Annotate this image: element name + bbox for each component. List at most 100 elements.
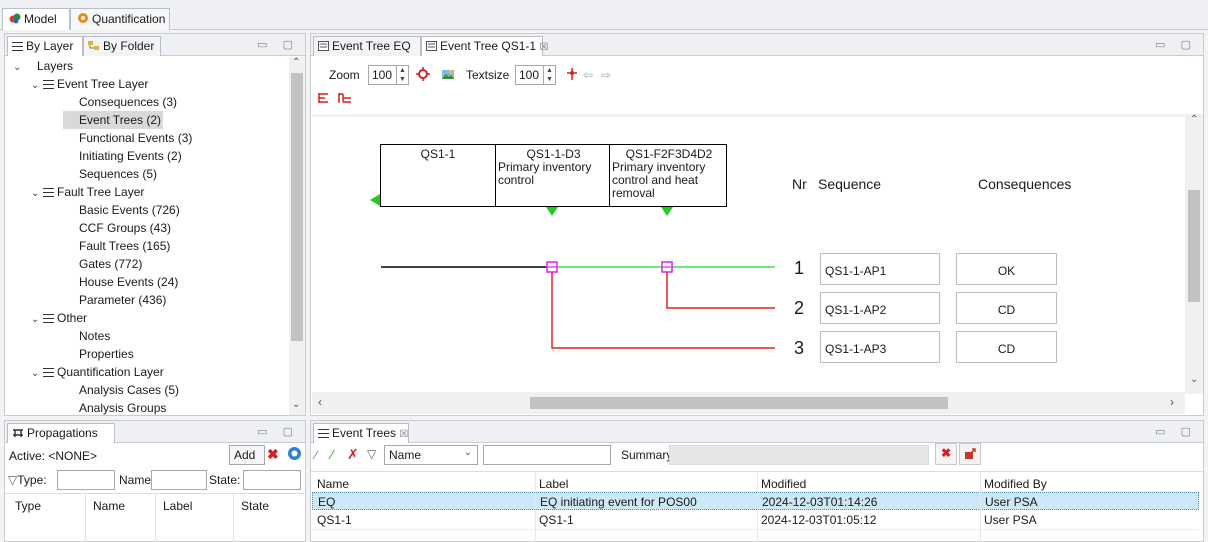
spinner-arrows-icon[interactable]: ▲ ▼ [396,66,408,84]
edit-icon[interactable]: ∕ [315,448,317,462]
tree-item-layers[interactable]: ⌄ Layers [13,57,73,75]
minimize-maximize-icon[interactable]: ▭ ▢ [1155,38,1197,51]
minimize-maximize-icon[interactable]: ▭ ▢ [257,38,299,51]
textsize-spinner[interactable]: 100 ▲ ▼ [515,65,556,85]
tree-item-analysis-cases[interactable]: Analysis Cases (5) [79,381,179,399]
align-tree-icon[interactable] [318,92,330,107]
consequence-box[interactable]: CD [956,331,1057,363]
align-tree-alt-icon[interactable] [338,92,352,107]
state-filter-input[interactable] [243,470,301,490]
functional-event-header-d3[interactable]: QS1-1-D3 Primary inventory control [495,144,610,207]
chevron-down-icon[interactable]: ⌄ [31,77,43,95]
summary-field [669,445,929,465]
tab-event-trees[interactable]: Event Trees ☒ [313,423,409,443]
tree-item-basic-events[interactable]: Basic Events (726) [79,201,180,219]
zoom-spinner[interactable]: 100 ▲ ▼ [368,65,409,85]
initiating-event-header[interactable]: QS1-1 [380,144,496,207]
tab-by-folder[interactable]: By Folder [83,36,161,56]
tab-event-tree-eq[interactable]: Event Tree EQ [313,36,421,56]
new-icon[interactable]: ∕ [331,447,333,462]
chevron-down-icon[interactable]: ⌄ [13,59,25,77]
scrollbar-thumb[interactable] [291,73,303,341]
vertical-scrollbar[interactable]: ⌃ ⌄ [1185,114,1203,394]
tree-item-event-tree-layer[interactable]: ⌄ Event Tree Layer [31,75,148,93]
filter-input[interactable] [483,445,611,465]
tab-event-tree-qs1-1[interactable]: Event Tree QS1-1 ☒ [421,36,548,56]
close-icon[interactable]: ☒ [539,42,548,53]
tab-by-layer[interactable]: By Layer [7,36,83,56]
column-header-name[interactable]: Name [317,477,349,491]
filter-field-select[interactable]: Name ⌄ [384,445,478,465]
tree-item-functional-events[interactable]: Functional Events (3) [79,129,192,147]
minimize-maximize-icon[interactable]: ▭ ▢ [257,425,299,438]
chevron-down-icon[interactable]: ⌄ [31,365,43,383]
perspective-tab-quantification[interactable]: Quantification [70,8,170,30]
fit-image-icon[interactable] [441,67,455,84]
column-header-type[interactable]: Type [15,499,41,513]
scroll-up-icon[interactable]: ⌃ [1190,114,1198,125]
pin-icon[interactable] [565,67,579,84]
tree-item-fault-trees[interactable]: Fault Trees (165) [79,237,170,255]
column-header-modified-by[interactable]: Modified By [984,477,1047,491]
column-header-label[interactable]: Label [539,477,568,491]
tab-propagations[interactable]: Propagations [7,423,115,443]
refresh-icon[interactable] [287,446,302,464]
tree-item-gates[interactable]: Gates (772) [79,255,142,273]
tree-item-house-events[interactable]: House Events (24) [79,273,178,291]
sequence-nr: 2 [794,298,805,318]
add-button[interactable]: Add [229,445,265,465]
table-row[interactable]: QS1-1 QS1-1 2024-12-03T01:05:12 User PSA [312,511,1199,529]
scroll-down-icon[interactable]: ⌄ [292,399,300,410]
chevron-down-icon[interactable]: ⌄ [31,185,43,203]
tree-item-event-trees[interactable]: Event Trees (2) [63,111,163,129]
horizontal-scrollbar[interactable]: ‹ › [312,392,1185,414]
tree-item-quantification-layer[interactable]: ⌄ Quantification Layer [31,363,164,381]
name-filter-input[interactable] [151,470,207,490]
header-title: QS1-1 [420,147,456,161]
clear-filter-button[interactable]: ✖ [935,443,957,465]
tree-item-notes[interactable]: Notes [79,327,110,345]
tree-item-ccf-groups[interactable]: CCF Groups (43) [79,219,171,237]
tree-item-analysis-groups[interactable]: Analysis Groups [79,399,166,417]
delete-icon[interactable]: ✗ [347,446,359,463]
table-row[interactable]: EQ EQ initiating event for POS00 2024-12… [312,492,1199,510]
tree-item-fault-tree-layer[interactable]: ⌄ Fault Tree Layer [31,183,144,201]
center-icon[interactable] [416,67,430,84]
export-button[interactable] [959,443,981,465]
tree-item-parameter[interactable]: Parameter (436) [79,291,166,309]
chevron-down-icon[interactable]: ⌄ [31,311,43,329]
functional-event-header-f2[interactable]: QS1-F2F3D4D2 Primary inventory control a… [609,144,727,207]
column-header-label[interactable]: Label [163,499,192,513]
sequence-box[interactable]: QS1-1-AP3 [820,331,940,363]
tree-item-sequences[interactable]: Sequences (5) [79,165,157,183]
sequence-box[interactable]: QS1-1-AP2 [820,292,940,324]
scroll-up-icon[interactable]: ⌃ [292,57,300,68]
tree-label: Analysis Groups [79,401,167,415]
consequence-box[interactable]: OK [956,253,1057,285]
close-icon[interactable]: ☒ [399,429,408,440]
scrollbar-thumb[interactable] [530,397,948,409]
scroll-right-icon[interactable]: › [1170,395,1174,409]
tree-item-other[interactable]: ⌄ Other [31,309,87,327]
tree-item-properties[interactable]: Properties [79,345,134,363]
delete-icon[interactable]: ✖ [267,446,279,463]
scroll-down-icon[interactable]: ⌄ [1190,374,1198,385]
sequence-box[interactable]: QS1-1-AP1 [820,253,940,285]
type-filter-input[interactable] [57,470,115,490]
column-header-name[interactable]: Name [93,499,125,513]
consequence-box[interactable]: CD [956,292,1057,324]
event-tree-canvas[interactable]: QS1-1 QS1-1-D3 Primary inventory control… [312,114,1186,392]
spinner-arrows-icon[interactable]: ▲ ▼ [543,66,555,84]
forward-arrow-icon[interactable]: ⇨ [601,68,611,82]
column-header-modified[interactable]: Modified [761,477,806,491]
tree-item-initiating-events[interactable]: Initiating Events (2) [79,147,182,165]
back-arrow-icon[interactable]: ⇦ [583,68,593,82]
minimize-maximize-icon[interactable]: ▭ ▢ [1155,425,1197,438]
column-header-state[interactable]: State [241,499,269,513]
tree-item-consequences[interactable]: Consequences (3) [79,93,177,111]
scroll-left-icon[interactable]: ‹ [318,395,322,409]
perspective-tab-model[interactable]: Model [2,8,70,30]
vertical-scrollbar[interactable]: ⌃ ⌄ [289,57,305,415]
filter-icon[interactable]: ▽ [367,447,376,461]
scrollbar-thumb[interactable] [1188,190,1200,302]
